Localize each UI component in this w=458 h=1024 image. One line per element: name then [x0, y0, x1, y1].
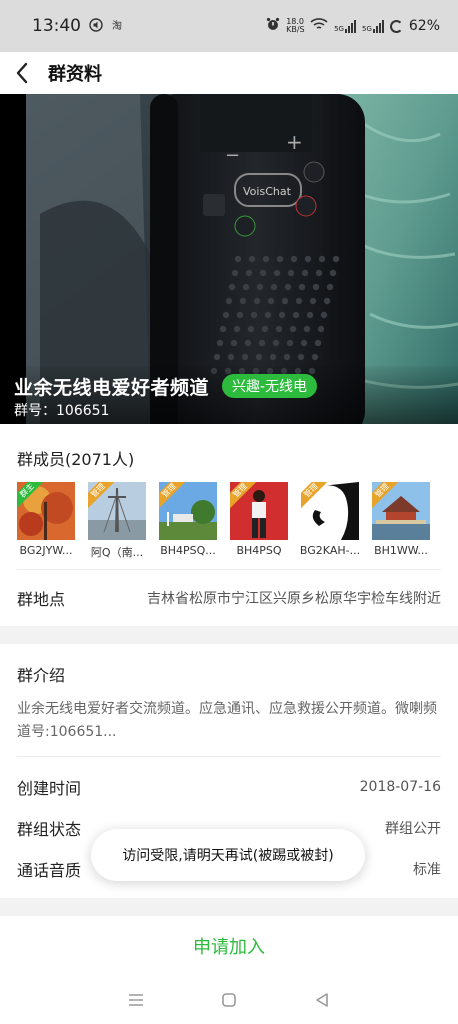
net-speed: 18.0 KB/S	[286, 18, 305, 34]
avatar: 管理	[159, 482, 217, 540]
member-name: BH1WW...	[374, 544, 428, 557]
group-tag: 兴趣-无线电	[222, 374, 318, 398]
created-label: 创建时间	[17, 779, 82, 798]
svg-text:VoisChat: VoisChat	[243, 185, 292, 198]
join-button[interactable]: 申请加入	[193, 933, 265, 959]
member-item[interactable]: 群主 BG2JYW...	[17, 482, 75, 560]
divider	[17, 756, 441, 757]
svg-text:−: −	[225, 145, 240, 166]
status-time: 13:40	[32, 16, 81, 36]
status-value: 群组公开	[385, 821, 441, 837]
status-left: 13:40 淘	[32, 16, 125, 36]
location-value: 吉林省松原市宁江区兴原乡松原华宇检车线附近	[147, 591, 441, 607]
menu-icon	[129, 994, 144, 1006]
member-item[interactable]: 管理 BH4PSQ...	[159, 482, 217, 560]
avatar: 管理	[301, 482, 359, 540]
toast-message: 访问受限,请明天再试(被踢或被封)	[91, 829, 365, 881]
member-item[interactable]: 管理 BH4PSQ	[230, 482, 288, 560]
created-value: 2018-07-16	[359, 779, 441, 795]
status-right: 18.0 KB/S 5G 5G 62%	[266, 17, 440, 35]
avatar: 群主	[17, 482, 75, 540]
battery-percent: 62%	[408, 18, 440, 34]
back-button[interactable]	[0, 52, 44, 94]
quality-value: 标准	[413, 862, 441, 878]
location-label: 群地点	[17, 590, 66, 609]
menu-button[interactable]	[116, 980, 156, 1020]
member-item[interactable]: 管理 BH1WW...	[372, 482, 430, 560]
signal-label-1: 5G	[334, 25, 344, 33]
created-row: 创建时间 2018-07-16	[17, 767, 441, 807]
signal-label-2: 5G	[361, 25, 372, 33]
member-name: BG2JYW...	[19, 544, 73, 557]
members-panel: 群成员(2071人) 群主 BG2JYW... 管理 阿Q（南... 管理 BH…	[0, 424, 458, 626]
member-name: BG2KAH-...	[299, 544, 361, 557]
battery-icon	[389, 19, 403, 33]
avatar: 管理	[230, 482, 288, 540]
status-bar: 13:40 淘 18.0 KB/S 5G 5G 62%	[0, 0, 458, 52]
svg-text:淘: 淘	[112, 19, 122, 32]
group-cover: − + VoisChat 业余无线电爱好者频道 兴趣-无线电 群号：106651	[0, 94, 458, 424]
sound-icon	[89, 17, 103, 35]
alarm-icon	[266, 17, 280, 35]
group-id: 群号：106651	[14, 403, 110, 419]
system-nav-bar	[0, 976, 458, 1024]
member-item[interactable]: 管理 BG2KAH-...	[299, 482, 361, 560]
signal-icon-2: 5G	[362, 19, 384, 33]
members-list: 群主 BG2JYW... 管理 阿Q（南... 管理 BH4PSQ... 管理 …	[17, 482, 430, 560]
join-bar: 申请加入	[0, 916, 458, 976]
intro-title: 群介绍	[17, 666, 66, 685]
location-row[interactable]: 群地点 吉林省松原市宁江区兴原乡松原华宇检车线附近	[0, 570, 458, 626]
member-name: BH4PSQ	[236, 544, 282, 557]
back-triangle-icon	[315, 993, 328, 1007]
taobao-icon: 淘	[111, 18, 125, 35]
intro-text: 业余无线电爱好者交流频道。应急通讯、应急救援公开频道。微喇频道号:106651.…	[17, 701, 437, 740]
group-name: 业余无线电爱好者频道	[14, 377, 210, 399]
signal-icon-1: 5G	[334, 19, 356, 33]
home-icon	[222, 993, 236, 1007]
members-title[interactable]: 群成员(2071人)	[17, 446, 134, 470]
wifi-icon	[310, 17, 328, 35]
back-nav-button[interactable]	[302, 980, 342, 1020]
member-name: 阿Q（南...	[90, 546, 144, 559]
net-speed-unit: KB/S	[286, 25, 305, 34]
home-button[interactable]	[209, 980, 249, 1020]
member-item[interactable]: 管理 阿Q（南...	[88, 482, 146, 560]
quality-label: 通话音质	[17, 861, 82, 880]
avatar: 管理	[88, 482, 146, 540]
avatar: 管理	[372, 482, 430, 540]
back-arrow-icon	[16, 62, 28, 84]
member-name: BH4PSQ...	[160, 544, 216, 557]
header: 群资料	[0, 52, 458, 94]
page-title: 群资料	[48, 64, 102, 85]
status-label: 群组状态	[17, 820, 82, 839]
svg-text:+: +	[286, 130, 303, 154]
